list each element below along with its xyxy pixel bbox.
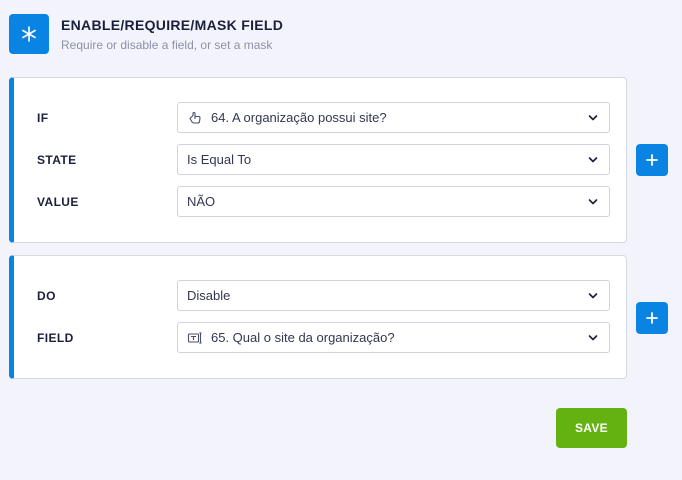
- target-field-value: 65. Qual o site da organização?: [211, 330, 395, 345]
- state-label: STATE: [37, 153, 77, 167]
- chevron-down-icon: [588, 333, 598, 343]
- if-field-value: 64. A organização possui site?: [211, 110, 387, 125]
- action-card: DO Disable FIELD 65. Qual o site da orga…: [9, 255, 627, 379]
- add-action-button[interactable]: [636, 302, 668, 334]
- chevron-down-icon: [588, 155, 598, 165]
- value-label: VALUE: [37, 195, 79, 209]
- do-select[interactable]: Disable: [177, 280, 610, 311]
- field-row: FIELD 65. Qual o site da organização?: [14, 322, 626, 354]
- do-label: DO: [37, 289, 56, 303]
- value-select[interactable]: NÃO: [177, 186, 610, 217]
- page-title: ENABLE/REQUIRE/MASK FIELD: [61, 17, 284, 33]
- text-field-icon: [187, 330, 203, 346]
- plus-icon: [646, 154, 658, 166]
- value-row: VALUE NÃO: [14, 186, 626, 218]
- chevron-down-icon: [588, 291, 598, 301]
- save-button[interactable]: SAVE: [556, 408, 627, 448]
- radio-field-icon: [187, 110, 203, 126]
- state-select[interactable]: Is Equal To: [177, 144, 610, 175]
- value-value: NÃO: [187, 194, 216, 209]
- do-row: DO Disable: [14, 280, 626, 312]
- field-label: FIELD: [37, 331, 74, 345]
- plus-icon: [646, 312, 658, 324]
- asterisk-icon: [9, 14, 49, 54]
- page-header: ENABLE/REQUIRE/MASK FIELD Require or dis…: [9, 14, 283, 54]
- state-value: Is Equal To: [187, 152, 252, 167]
- page-subtitle: Require or disable a field, or set a mas…: [61, 38, 273, 52]
- add-condition-button[interactable]: [636, 144, 668, 176]
- condition-card: IF 64. A organização possui site? STATE …: [9, 77, 627, 243]
- if-field-select[interactable]: 64. A organização possui site?: [177, 102, 610, 133]
- target-field-select[interactable]: 65. Qual o site da organização?: [177, 322, 610, 353]
- if-label: IF: [37, 111, 49, 125]
- do-value: Disable: [187, 288, 231, 303]
- chevron-down-icon: [588, 197, 598, 207]
- if-row: IF 64. A organização possui site?: [14, 102, 626, 134]
- chevron-down-icon: [588, 113, 598, 123]
- state-row: STATE Is Equal To: [14, 144, 626, 176]
